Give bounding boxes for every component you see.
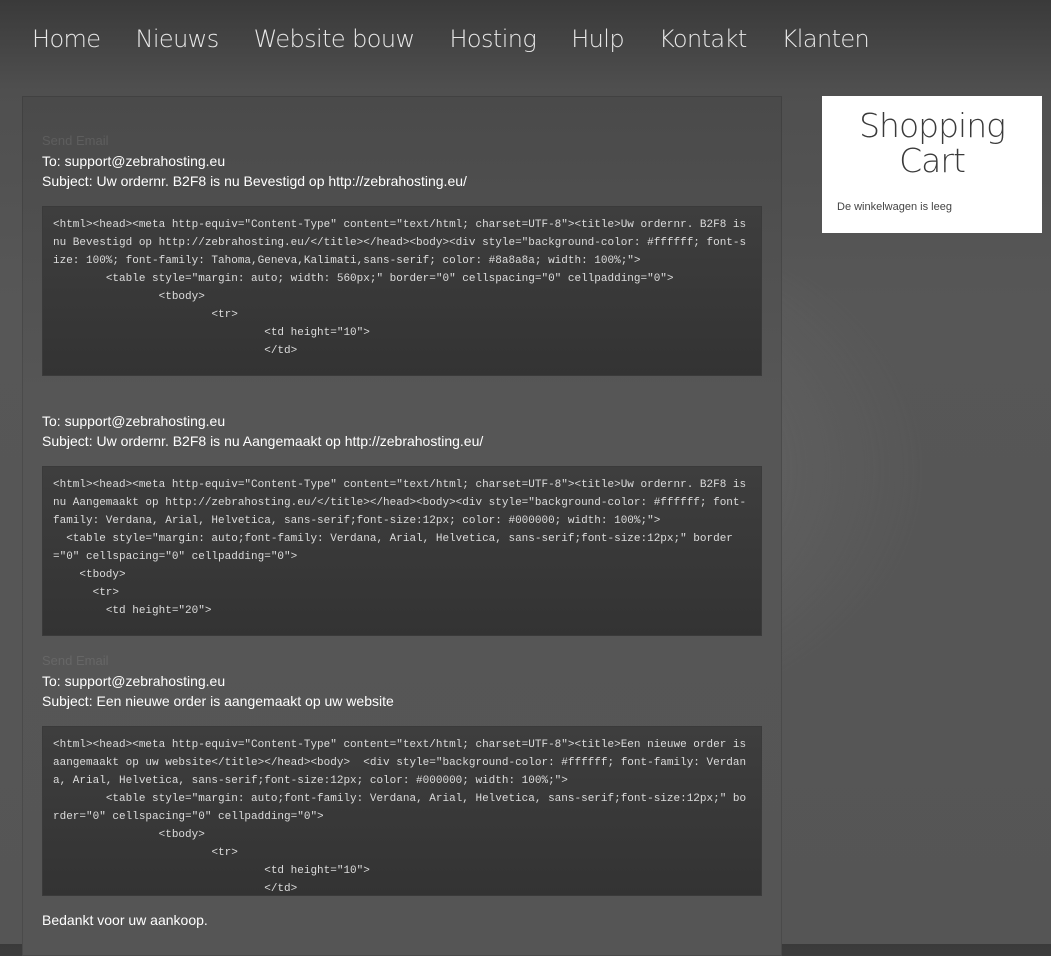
email-source-code: <html><head><meta http-equiv="Content-Ty… bbox=[53, 219, 747, 357]
email-source-box[interactable]: <html><head><meta http-equiv="Content-Ty… bbox=[42, 466, 762, 636]
nav-item-hosting[interactable]: Hosting bbox=[449, 25, 536, 53]
nav-item-home[interactable]: Home bbox=[32, 25, 101, 53]
email-recipient: To: support@zebrahosting.eu bbox=[42, 673, 226, 689]
email-source-code: <html><head><meta http-equiv="Content-Ty… bbox=[53, 479, 747, 617]
nav-item-kontakt[interactable]: Kontakt bbox=[659, 25, 747, 53]
send-email-label: Send Email bbox=[42, 653, 109, 668]
email-source-box[interactable]: <html><head><meta http-equiv="Content-Ty… bbox=[42, 726, 762, 896]
thank-you-message: Bedankt voor uw aankoop. bbox=[42, 912, 208, 928]
email-subject: Subject: Een nieuwe order is aangemaakt … bbox=[42, 693, 394, 709]
nav-item-klanten[interactable]: Klanten bbox=[782, 25, 870, 53]
shopping-cart-title: Shopping Cart bbox=[859, 106, 1006, 180]
email-subject: Subject: Uw ordernr. B2F8 is nu Aangemaa… bbox=[42, 433, 484, 449]
shopping-cart-widget: Shopping Cart De winkelwagen is leeg bbox=[822, 96, 1042, 233]
email-recipient: To: support@zebrahosting.eu bbox=[42, 153, 226, 169]
email-subject: Subject: Uw ordernr. B2F8 is nu Bevestig… bbox=[42, 173, 467, 189]
cart-empty-message: De winkelwagen is leeg bbox=[837, 201, 952, 213]
email-recipient: To: support@zebrahosting.eu bbox=[42, 413, 226, 429]
nav-item-nieuws[interactable]: Nieuws bbox=[135, 25, 219, 53]
email-source-code: <html><head><meta http-equiv="Content-Ty… bbox=[53, 739, 747, 895]
email-log-entry: To: support@zebrahosting.eu Subject: Uw … bbox=[42, 391, 762, 636]
main-content: Send Email To: support@zebrahosting.eu S… bbox=[22, 96, 782, 956]
main-navigation: Home Nieuws Website bouw Hosting Hulp Ko… bbox=[32, 22, 904, 56]
email-source-box[interactable]: <html><head><meta http-equiv="Content-Ty… bbox=[42, 206, 762, 376]
nav-item-website-bouw[interactable]: Website bouw bbox=[254, 25, 415, 53]
email-log-entry: Send Email To: support@zebrahosting.eu S… bbox=[42, 651, 762, 896]
send-email-label: Send Email bbox=[42, 133, 109, 148]
send-email-label bbox=[42, 391, 762, 411]
nav-item-hulp[interactable]: Hulp bbox=[571, 25, 624, 53]
email-log-entry: Send Email To: support@zebrahosting.eu S… bbox=[42, 131, 762, 376]
